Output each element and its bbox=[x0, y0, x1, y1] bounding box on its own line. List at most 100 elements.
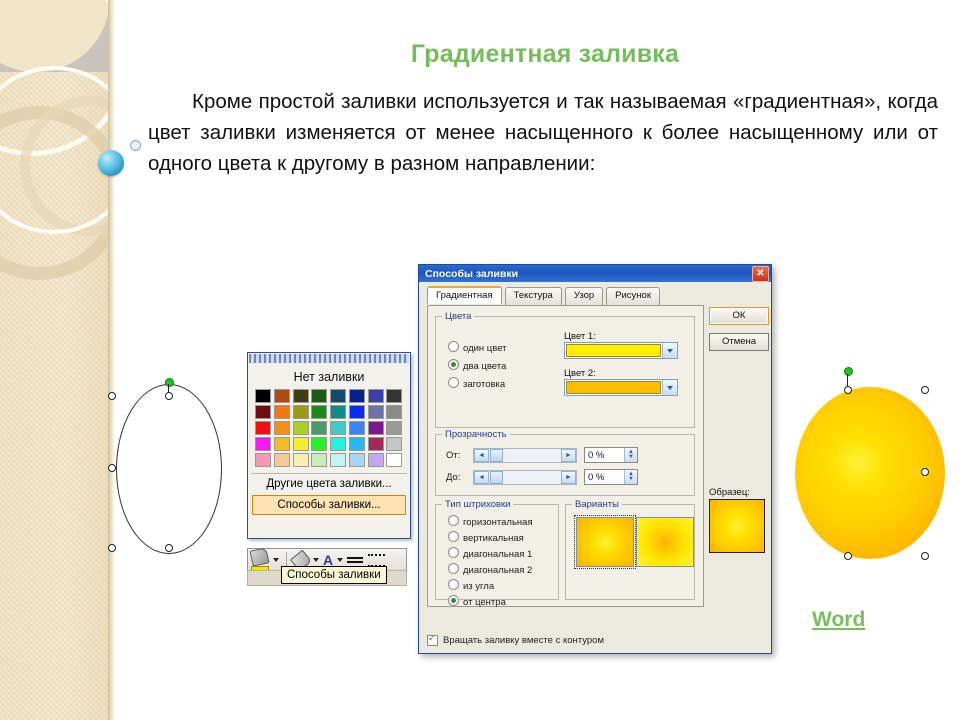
slider-left-arrow[interactable]: ◄ bbox=[474, 448, 489, 462]
transparency-to-spinner[interactable]: 0 % ▲ ▼ bbox=[584, 469, 638, 485]
color-swatch-19[interactable] bbox=[311, 421, 328, 435]
hatch-radio-1[interactable] bbox=[448, 531, 459, 542]
slider-right-arrow-2[interactable]: ► bbox=[561, 470, 576, 484]
color-swatch-0[interactable] bbox=[255, 389, 271, 403]
hatch-radio-3[interactable] bbox=[448, 563, 459, 574]
color-swatch-7[interactable] bbox=[386, 389, 403, 403]
resize-handle-tl[interactable] bbox=[108, 392, 116, 400]
color-swatch-grid[interactable] bbox=[248, 389, 410, 472]
color-swatch-10[interactable] bbox=[292, 405, 309, 419]
hatch-option-1[interactable]: вертикальная bbox=[448, 531, 533, 544]
transparency-from-slider[interactable]: ◄ ► bbox=[473, 447, 577, 463]
ok-button[interactable]: ОК bbox=[709, 307, 769, 325]
chevron-down-icon-3[interactable] bbox=[337, 558, 344, 562]
hatch-radio-2[interactable] bbox=[448, 547, 459, 558]
color-swatch-36[interactable] bbox=[330, 453, 346, 467]
variant-1[interactable] bbox=[574, 515, 636, 569]
no-fill-item[interactable]: Нет заливки bbox=[248, 364, 410, 389]
color-swatch-5[interactable] bbox=[348, 389, 365, 403]
color-swatch-28[interactable] bbox=[330, 437, 346, 451]
resize-handle-b[interactable] bbox=[165, 544, 173, 552]
color-swatch-2[interactable] bbox=[292, 389, 309, 403]
color-swatch-30[interactable] bbox=[367, 437, 384, 451]
slider-left-arrow-2[interactable]: ◄ bbox=[474, 470, 489, 484]
slider-right-arrow[interactable]: ► bbox=[561, 448, 576, 462]
tab-pattern[interactable]: Узор bbox=[564, 287, 604, 305]
dialog-tabs[interactable]: Градиентная Текстура Узор Рисунок bbox=[419, 282, 771, 305]
color-swatch-17[interactable] bbox=[273, 421, 290, 435]
resize-handle-t[interactable] bbox=[165, 392, 173, 400]
rotate-fill-checkbox[interactable] bbox=[427, 633, 438, 646]
color-swatch-34[interactable] bbox=[292, 453, 309, 467]
color-swatch-37[interactable] bbox=[348, 453, 365, 467]
unfilled-circle-shape[interactable] bbox=[108, 378, 224, 558]
resize-handle-r[interactable] bbox=[921, 468, 929, 476]
color-swatch-8[interactable] bbox=[255, 405, 271, 419]
color-swatch-12[interactable] bbox=[330, 405, 346, 419]
color-swatch-18[interactable] bbox=[292, 421, 309, 435]
gradient-filled-circle-shape[interactable] bbox=[795, 367, 955, 565]
hatch-option-3[interactable]: диагональная 2 bbox=[448, 563, 533, 576]
color-swatch-22[interactable] bbox=[367, 421, 384, 435]
radio-row-two-colors[interactable]: два цвета bbox=[448, 359, 507, 372]
variant-2[interactable] bbox=[636, 517, 694, 567]
color-swatch-13[interactable] bbox=[348, 405, 365, 419]
tab-gradient[interactable]: Градиентная bbox=[427, 286, 502, 304]
resize-handle-bl[interactable] bbox=[108, 544, 116, 552]
cancel-button[interactable]: Отмена bbox=[709, 333, 769, 351]
color-swatch-32[interactable] bbox=[255, 453, 271, 467]
color2-dropdown[interactable] bbox=[564, 379, 678, 396]
color-swatch-4[interactable] bbox=[330, 389, 346, 403]
fill-color-palette-popup[interactable]: Нет заливки Другие цвета заливки... Спос… bbox=[247, 352, 411, 539]
color-swatch-6[interactable] bbox=[367, 389, 384, 403]
color-swatch-14[interactable] bbox=[367, 405, 384, 419]
color-swatch-39[interactable] bbox=[386, 453, 403, 467]
radio-preset[interactable] bbox=[448, 377, 459, 388]
color-swatch-20[interactable] bbox=[330, 421, 346, 435]
resize-handle-b[interactable] bbox=[844, 552, 852, 560]
color-swatch-27[interactable] bbox=[311, 437, 328, 451]
resize-handle-l[interactable] bbox=[108, 464, 116, 472]
color-swatch-33[interactable] bbox=[273, 453, 290, 467]
color-swatch-25[interactable] bbox=[273, 437, 290, 451]
color-swatch-23[interactable] bbox=[386, 421, 403, 435]
hatch-radio-4[interactable] bbox=[448, 579, 459, 590]
dialog-buttons[interactable]: ОК Отмена bbox=[709, 307, 769, 351]
line-style-icon[interactable] bbox=[347, 557, 364, 563]
transparency-to-slider[interactable]: ◄ ► bbox=[473, 469, 577, 485]
color-swatch-11[interactable] bbox=[311, 405, 328, 419]
color1-dropdown[interactable] bbox=[564, 342, 678, 359]
color-swatch-29[interactable] bbox=[348, 437, 365, 451]
hatch-option-4[interactable]: из угла bbox=[448, 579, 533, 592]
resize-handle-t[interactable] bbox=[844, 386, 852, 394]
spinner-arrows-2[interactable]: ▲ ▼ bbox=[624, 470, 637, 484]
color-swatch-9[interactable] bbox=[273, 405, 290, 419]
fill-effects-item[interactable]: Способы заливки... bbox=[252, 495, 406, 515]
radio-one-color[interactable] bbox=[448, 341, 459, 352]
color-swatch-31[interactable] bbox=[386, 437, 403, 451]
close-icon[interactable]: ✕ bbox=[752, 266, 769, 282]
rotate-fill-checkbox-row[interactable]: Вращать заливку вместе с контуром bbox=[427, 633, 763, 647]
hatch-option-2[interactable]: диагональная 1 bbox=[448, 547, 533, 560]
fill-bucket-button[interactable] bbox=[249, 546, 270, 572]
color-swatch-38[interactable] bbox=[367, 453, 384, 467]
rotation-handle[interactable] bbox=[844, 367, 853, 376]
color1-dropdown-arrow[interactable] bbox=[662, 343, 677, 358]
dialog-titlebar[interactable]: Способы заливки ✕ bbox=[419, 265, 771, 282]
color-swatch-24[interactable] bbox=[255, 437, 271, 451]
rotation-handle[interactable] bbox=[165, 378, 174, 387]
tab-picture[interactable]: Рисунок bbox=[606, 287, 660, 305]
color-swatch-1[interactable] bbox=[273, 389, 290, 403]
radio-row-preset[interactable]: заготовка bbox=[448, 377, 507, 390]
resize-handle-br[interactable] bbox=[921, 552, 929, 560]
dash-style-icon[interactable] bbox=[368, 553, 386, 567]
color-swatch-15[interactable] bbox=[386, 405, 403, 419]
more-fill-colors-item[interactable]: Другие цвета заливки... bbox=[248, 475, 410, 493]
color-swatch-3[interactable] bbox=[311, 389, 328, 403]
transparency-from-spinner[interactable]: 0 % ▲ ▼ bbox=[584, 447, 638, 463]
color-swatch-21[interactable] bbox=[348, 421, 365, 435]
chevron-down-icon[interactable] bbox=[273, 558, 279, 562]
spinner-arrows[interactable]: ▲ ▼ bbox=[624, 448, 637, 462]
hatch-radio-0[interactable] bbox=[448, 515, 459, 526]
font-color-icon[interactable]: A bbox=[323, 553, 333, 567]
